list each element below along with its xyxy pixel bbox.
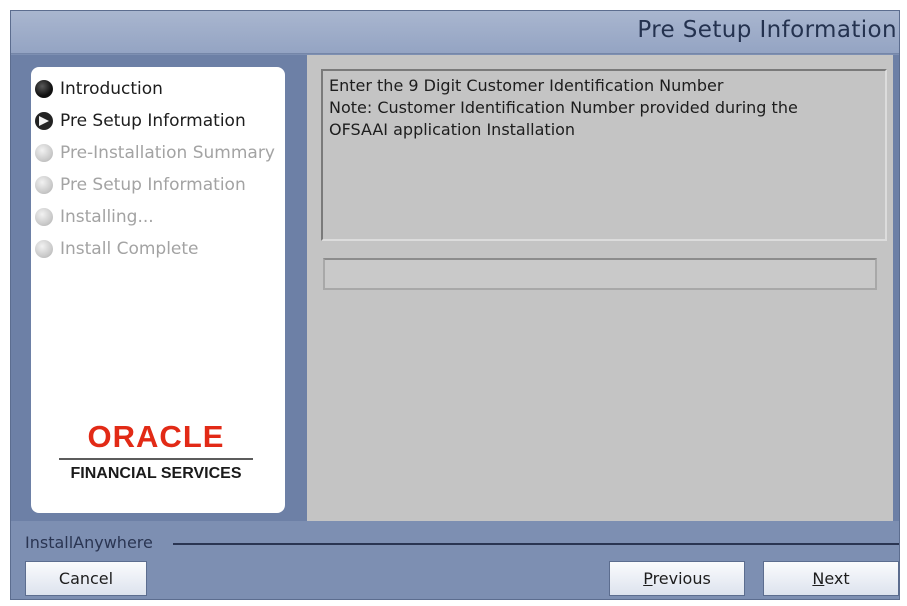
step-label: Pre Setup Information <box>60 111 246 131</box>
step-label: Pre-Installation Summary <box>60 143 275 163</box>
steps-panel: Introduction Pre Setup Information Pre-I… <box>31 67 285 513</box>
previous-button-label: Previous <box>643 569 711 588</box>
step-install-complete: Install Complete <box>35 233 275 265</box>
window-title: Pre Setup Information <box>637 17 897 43</box>
step-label: Introduction <box>60 79 163 99</box>
logo-divider <box>59 458 253 460</box>
instruction-line-2: Note: Customer Identification Number pro… <box>329 98 798 117</box>
step-pre-setup-information-2: Pre Setup Information <box>35 169 275 201</box>
oracle-financial-services-logo: ORACLE FINANCIAL SERVICES <box>53 419 259 483</box>
step-pending-icon <box>35 176 53 194</box>
left-area: Introduction Pre Setup Information Pre-I… <box>11 55 305 521</box>
steps-list: Introduction Pre Setup Information Pre-I… <box>35 73 275 265</box>
step-done-icon <box>35 80 53 98</box>
instruction-line-1: Enter the 9 Digit Customer Identificatio… <box>329 76 724 95</box>
step-pre-installation-summary: Pre-Installation Summary <box>35 137 275 169</box>
step-current-arrow-icon <box>35 112 53 130</box>
financial-services-text: FINANCIAL SERVICES <box>70 465 242 482</box>
cancel-button-label: Cancel <box>58 569 114 588</box>
installanywhere-label: InstallAnywhere <box>25 533 153 552</box>
oracle-logo-text: ORACLE <box>87 419 225 454</box>
instruction-message-box: Enter the 9 Digit Customer Identificatio… <box>321 69 887 241</box>
step-pending-icon <box>35 208 53 226</box>
step-installing: Installing... <box>35 201 275 233</box>
step-pre-setup-information: Pre Setup Information <box>35 105 275 137</box>
step-pending-icon <box>35 144 53 162</box>
next-button-label: Next <box>812 569 850 588</box>
instruction-line-3: OFSAAI application Installation <box>329 120 576 139</box>
next-button[interactable]: Next <box>763 561 899 596</box>
installer-window: Pre Setup Information Introduction Pre S… <box>10 10 900 600</box>
footer-bar: InstallAnywhere Cancel Previous Next <box>11 521 899 599</box>
step-label: Installing... <box>60 207 154 227</box>
step-introduction: Introduction <box>35 73 275 105</box>
customer-identification-number-input[interactable] <box>323 258 877 290</box>
previous-button[interactable]: Previous <box>609 561 745 596</box>
step-label: Pre Setup Information <box>60 175 246 195</box>
footer-divider <box>173 543 899 545</box>
title-bar: Pre Setup Information <box>11 11 899 54</box>
step-pending-icon <box>35 240 53 258</box>
step-label: Install Complete <box>60 239 199 259</box>
content-area: Enter the 9 Digit Customer Identificatio… <box>305 55 899 521</box>
cancel-button[interactable]: Cancel <box>25 561 147 596</box>
